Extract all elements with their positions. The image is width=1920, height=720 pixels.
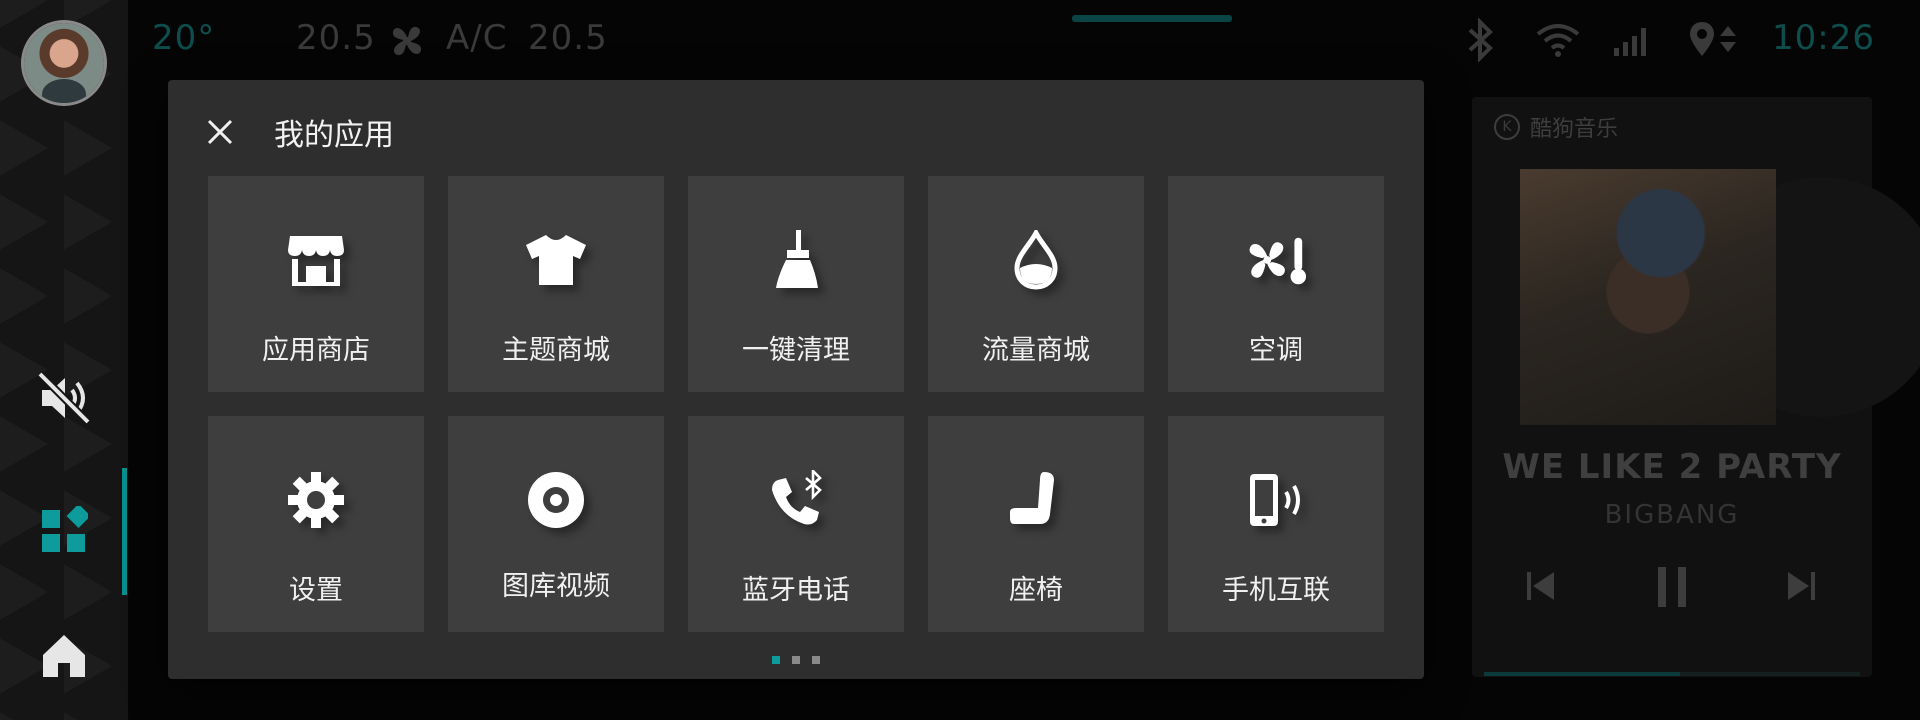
sidebar xyxy=(0,0,128,720)
app-tile-one-click-clean[interactable]: 一键清理 xyxy=(688,176,904,392)
active-indicator xyxy=(122,468,127,595)
app-label: 图库视频 xyxy=(502,571,610,602)
song-title: WE LIKE 2 PARTY xyxy=(1502,447,1842,487)
fan-thermometer-icon xyxy=(1244,228,1308,292)
close-icon xyxy=(207,119,233,145)
droplet-icon xyxy=(1004,228,1068,292)
store-icon xyxy=(284,228,348,292)
progress-bar[interactable] xyxy=(1484,672,1860,676)
app-tile-phone-link[interactable]: 手机互联 xyxy=(1168,416,1384,632)
wifi-icon xyxy=(1536,22,1580,62)
clock: 10:26 xyxy=(1772,18,1875,58)
app-tile-theme-store[interactable]: 主题商城 xyxy=(448,176,664,392)
app-tile-air-conditioning[interactable]: 空调 xyxy=(1168,176,1384,392)
music-source-label: 酷狗音乐 xyxy=(1530,117,1619,142)
app-label: 设置 xyxy=(289,575,343,606)
mute-icon[interactable] xyxy=(32,366,96,430)
app-label: 空调 xyxy=(1249,335,1303,366)
app-label: 手机互联 xyxy=(1222,575,1330,606)
bluetooth-icon xyxy=(1462,17,1498,66)
app-tile-settings[interactable]: 设置 xyxy=(208,416,424,632)
app-tile-app-store[interactable]: 应用商店 xyxy=(208,176,424,392)
phone-link-icon xyxy=(1244,468,1308,532)
location-data-icon xyxy=(1688,20,1742,64)
close-button[interactable] xyxy=(196,108,244,156)
home-icon[interactable] xyxy=(32,624,96,688)
app-label: 应用商店 xyxy=(262,335,370,366)
seat-icon xyxy=(1004,468,1068,532)
fan-icon[interactable] xyxy=(386,20,428,66)
kugou-logo-icon: K xyxy=(1494,114,1520,140)
apps-grid-icon[interactable] xyxy=(32,498,96,562)
pause-icon[interactable] xyxy=(1654,565,1690,613)
album-cover xyxy=(1520,169,1776,425)
progress-fill xyxy=(1484,672,1680,676)
app-grid: 应用商店 主题商城 一键清理 流量商城 空调 设置 图库视频 蓝牙电话 座椅 手… xyxy=(208,176,1384,632)
broom-icon xyxy=(764,228,828,292)
app-label: 一键清理 xyxy=(742,335,850,366)
music-source: K 酷狗音乐 xyxy=(1494,111,1618,143)
left-temperature[interactable]: 20.5 xyxy=(296,18,376,58)
page-dot[interactable] xyxy=(772,656,780,664)
music-widget[interactable]: K 酷狗音乐 WE LIKE 2 PARTY BIGBANG xyxy=(1472,97,1920,677)
app-tile-gallery-video[interactable]: 图库视频 xyxy=(448,416,664,632)
signal-icon xyxy=(1612,22,1652,62)
outside-temperature: 20° xyxy=(152,18,216,58)
gear-icon xyxy=(284,468,348,532)
page-dot[interactable] xyxy=(812,656,820,664)
drag-handle[interactable] xyxy=(1072,15,1232,22)
user-avatar[interactable] xyxy=(24,23,104,103)
page-dot[interactable] xyxy=(792,656,800,664)
app-tile-seat[interactable]: 座椅 xyxy=(928,416,1144,632)
next-track-icon[interactable] xyxy=(1784,569,1818,607)
ac-label[interactable]: A/C xyxy=(446,18,507,58)
my-apps-dialog: 我的应用 应用商店 主题商城 一键清理 流量商城 空调 设置 图库视频 蓝牙电话… xyxy=(168,80,1424,679)
app-label: 座椅 xyxy=(1009,575,1063,606)
dialog-title: 我的应用 xyxy=(274,118,394,153)
right-temperature[interactable]: 20.5 xyxy=(528,18,608,58)
disc-icon xyxy=(524,468,588,532)
bluetooth-phone-icon xyxy=(764,468,828,532)
page-indicator[interactable] xyxy=(772,656,820,664)
app-tile-bluetooth-phone[interactable]: 蓝牙电话 xyxy=(688,416,904,632)
song-artist: BIGBANG xyxy=(1604,500,1740,530)
app-label: 流量商城 xyxy=(982,335,1090,366)
app-label: 主题商城 xyxy=(502,335,610,366)
tshirt-icon xyxy=(524,228,588,292)
status-bar: 20° 20.5 A/C 20.5 10:26 xyxy=(128,0,1920,80)
app-tile-data-store[interactable]: 流量商城 xyxy=(928,176,1144,392)
previous-track-icon[interactable] xyxy=(1524,569,1558,607)
app-label: 蓝牙电话 xyxy=(742,575,850,606)
